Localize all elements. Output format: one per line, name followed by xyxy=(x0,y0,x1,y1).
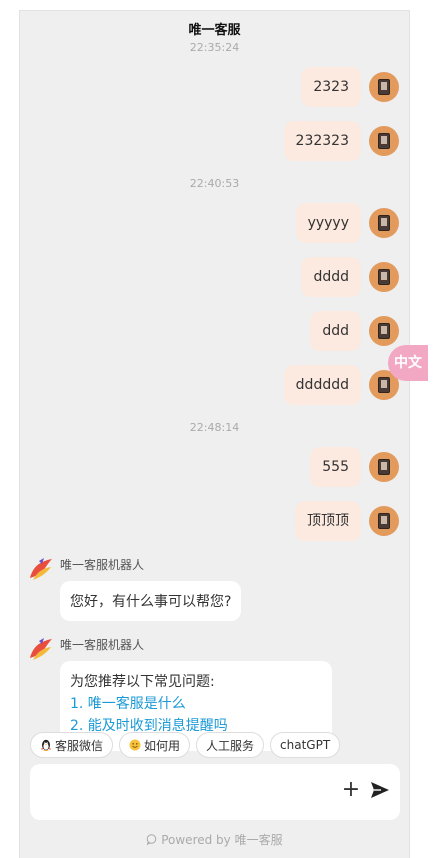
chip-label: 人工服务 xyxy=(206,738,255,753)
message-composer: + xyxy=(30,764,400,820)
timestamp: 22:40:53 xyxy=(189,177,240,190)
bird-logo-icon xyxy=(30,558,52,580)
user-message-bubble: yyyyy xyxy=(295,203,361,243)
bot-avatar xyxy=(26,635,56,665)
bird-logo-icon xyxy=(30,638,52,660)
timestamp: 22:35:24 xyxy=(189,41,240,54)
chat-title: 唯一客服 xyxy=(188,23,241,38)
chip-label: 如何用 xyxy=(144,738,181,753)
language-float-tab[interactable]: 中文 xyxy=(388,345,428,381)
user-message-row: 555 xyxy=(310,447,399,487)
user-avatar xyxy=(369,506,399,536)
bot-message-bubble: 您好，有什么事可以帮您? xyxy=(60,581,242,621)
phone-icon xyxy=(378,459,390,475)
powered-by-text: Powered by 唯一客服 xyxy=(161,833,283,847)
chip-label: chatGPT xyxy=(280,738,331,752)
quick-reply-chips: 客服微信 如何用 人工服务 chatGPT xyxy=(30,732,341,758)
phone-icon xyxy=(378,513,390,529)
user-avatar xyxy=(369,126,399,156)
chip-label: 客服微信 xyxy=(55,738,104,753)
user-message-bubble: 232323 xyxy=(283,121,361,161)
faq-intro: 为您推荐以下常见问题: xyxy=(70,674,215,690)
user-message-row: dddddd xyxy=(283,365,399,405)
user-message-row: yyyyy xyxy=(295,203,399,243)
bot-name: 唯一客服机器人 xyxy=(60,558,145,572)
bot-name: 唯一客服机器人 xyxy=(60,638,145,652)
language-float-label: 中文 xyxy=(394,355,422,371)
phone-icon xyxy=(378,133,390,149)
user-message-bubble: dddddd xyxy=(283,365,361,405)
user-message-bubble: 555 xyxy=(310,447,361,487)
phone-icon xyxy=(378,323,390,339)
message-input[interactable] xyxy=(40,778,324,808)
chip-human-service[interactable]: 人工服务 xyxy=(196,732,265,758)
plus-icon[interactable]: + xyxy=(340,776,362,804)
user-message-row: dddd xyxy=(301,257,399,297)
user-message-bubble: dddd xyxy=(301,257,361,297)
user-message-bubble: 顶顶顶 xyxy=(295,501,361,541)
user-message-row: 2323 xyxy=(301,67,399,107)
chip-wechat[interactable]: 客服微信 xyxy=(30,732,114,758)
phone-icon xyxy=(378,215,390,231)
user-message-row: 顶顶顶 xyxy=(295,501,399,541)
penguin-icon xyxy=(41,739,51,751)
user-avatar xyxy=(369,452,399,482)
powered-by: Powered by 唯一客服 xyxy=(20,831,409,848)
phone-icon xyxy=(378,79,390,95)
user-avatar xyxy=(369,208,399,238)
user-message-bubble: 2323 xyxy=(301,67,361,107)
chat-panel: 唯一客服 22:35:24 2323 232323 22:40:53 yyyyy… xyxy=(19,10,410,858)
send-icon[interactable] xyxy=(369,779,391,801)
faq-link[interactable]: 1. 唯一客服是什么 xyxy=(70,693,322,715)
phone-icon xyxy=(378,377,390,393)
bot-message-text: 您好，有什么事可以帮您? xyxy=(70,594,232,610)
bot-avatar xyxy=(26,555,56,585)
user-message-row: 232323 xyxy=(283,121,399,161)
chip-chatgpt[interactable]: chatGPT xyxy=(270,732,341,758)
chat-bubble-icon xyxy=(146,834,157,846)
user-message-bubble: ddd xyxy=(310,311,361,351)
timestamp: 22:48:14 xyxy=(189,421,240,434)
user-avatar xyxy=(369,72,399,102)
chip-how-to-use[interactable]: 如何用 xyxy=(119,732,191,758)
user-avatar xyxy=(369,262,399,292)
phone-icon xyxy=(378,269,390,285)
user-avatar xyxy=(369,316,399,346)
smile-icon xyxy=(129,739,141,751)
user-message-row: ddd xyxy=(310,311,399,351)
